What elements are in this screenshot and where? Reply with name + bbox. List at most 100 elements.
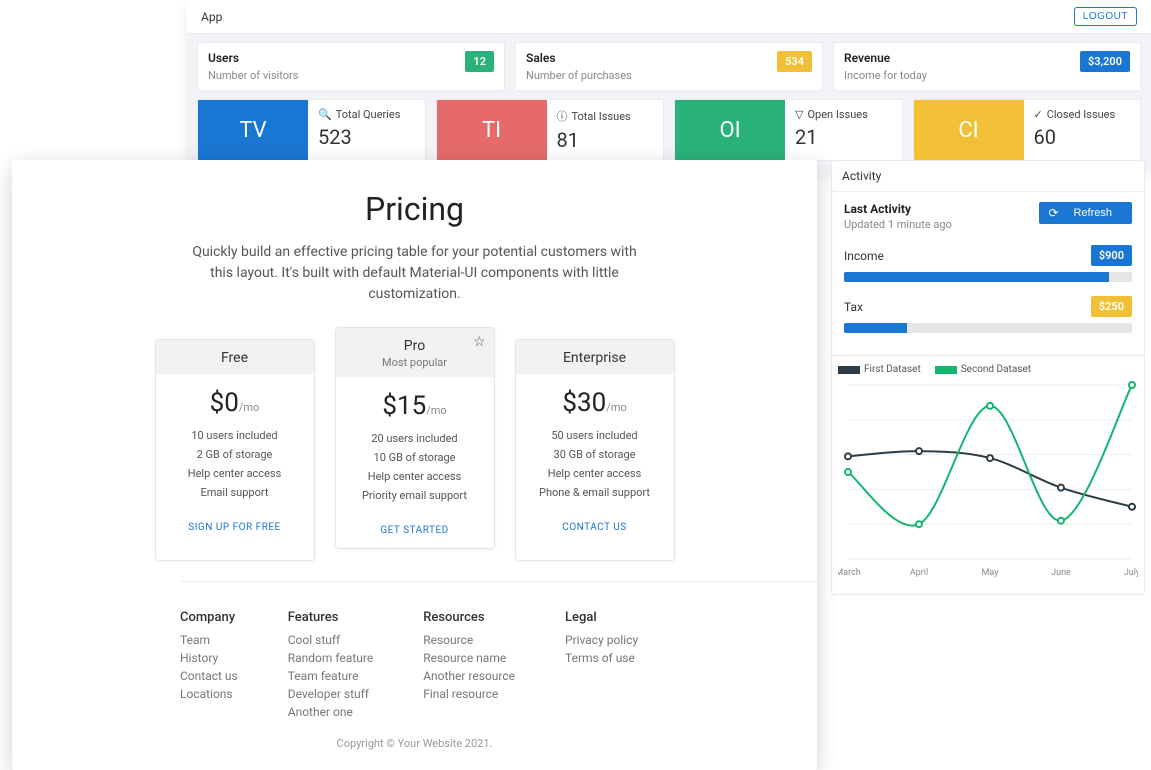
pricing-subtitle: Quickly build an effective pricing table… — [185, 242, 645, 305]
chart-panel: First Dataset Second Dataset MarchAprilM… — [831, 355, 1145, 595]
metric-users: Users Number of visitors 12 — [197, 42, 505, 91]
refresh-button[interactable]: ⟳ Refresh — [1039, 202, 1132, 224]
tier-price: $15/mo — [336, 377, 494, 429]
metric-badge: $3,200 — [1080, 51, 1130, 72]
footer-link[interactable]: Developer stuff — [288, 685, 373, 703]
tier-features: 20 users included10 GB of storageHelp ce… — [336, 429, 494, 515]
cat-tile: TV — [198, 100, 308, 160]
tier-feature: 50 users included — [522, 426, 668, 445]
check-icon: ✓ — [1034, 108, 1043, 121]
legend-swatch — [935, 366, 957, 374]
cat-open-issues: OI ▽Open Issues 21 — [674, 99, 903, 161]
progress-amount: $900 — [1091, 245, 1132, 266]
tier-name: Pro — [342, 338, 488, 354]
tier-feature: 20 users included — [342, 429, 488, 448]
pricing-title: Pricing — [95, 190, 735, 228]
legend-label: Second Dataset — [961, 364, 1031, 375]
footer-link[interactable]: Team feature — [288, 667, 373, 685]
tier-cta[interactable]: GET STARTED — [336, 515, 494, 548]
footer-link[interactable]: Contact us — [180, 667, 238, 685]
legend-label: First Dataset — [864, 364, 921, 375]
activity-tax: Tax $250 — [844, 296, 1132, 333]
metric-revenue: Revenue Income for today $3,200 — [833, 42, 1141, 91]
tier-feature: Help center access — [342, 467, 488, 486]
metric-title: Users — [208, 51, 298, 65]
tier-feature: Priority email support — [342, 486, 488, 505]
footer-link[interactable]: Team — [180, 631, 238, 649]
dashboard-panel: App LOGOUT Users Number of visitors 12 S… — [187, 0, 1151, 171]
line-chart: March April May June July — [838, 379, 1138, 583]
activity-panel: Activity Last Activity Updated 1 minute … — [831, 160, 1145, 358]
pricing-tier-free: Free $0/mo10 users included2 GB of storag… — [155, 339, 315, 561]
tier-feature: 30 GB of storage — [522, 445, 668, 464]
cat-closed-issues: CI ✓ Closed Issues 60 — [913, 99, 1142, 161]
footer-heading: Features — [288, 610, 373, 625]
pricing-tiers: Free $0/mo10 users included2 GB of storag… — [95, 339, 735, 561]
dashboard-header: App LOGOUT — [187, 0, 1151, 34]
footer-link[interactable]: Resource name — [423, 649, 515, 667]
footer-link[interactable]: Locations — [180, 685, 238, 703]
footer-link[interactable]: Random feature — [288, 649, 373, 667]
filter-icon: ▽ — [795, 108, 803, 121]
progress-amount: $250 — [1091, 296, 1132, 317]
metrics-row: Users Number of visitors 12 Sales Number… — [187, 34, 1151, 99]
footer-col-resources: ResourcesResourceResource nameAnother re… — [423, 610, 515, 721]
tier-header: Free — [156, 340, 314, 374]
svg-text:March: March — [838, 568, 861, 578]
metric-sub: Number of visitors — [208, 69, 298, 82]
logout-button[interactable]: LOGOUT — [1074, 7, 1137, 26]
pricing-tier-pro: ☆ProMost popular$15/mo20 users included1… — [335, 327, 495, 549]
pricing-panel: Pricing Quickly build an effective prici… — [12, 160, 817, 770]
info-icon: ⓘ — [557, 108, 568, 124]
tier-feature: Help center access — [162, 464, 308, 483]
refresh-icon: ⟳ — [1048, 206, 1058, 220]
footer-col-features: Features Cool stuffRandom featureTeam fea… — [288, 610, 373, 721]
footer-columns: CompanyTeamHistoryContact usLocationsFea… — [180, 581, 817, 729]
svg-text:June: June — [1051, 568, 1071, 578]
footer-link[interactable]: Privacy policy — [565, 631, 638, 649]
footer-link[interactable]: Another resource — [423, 667, 515, 685]
tier-cta[interactable]: CONTACT US — [516, 512, 674, 545]
cat-tile: CI — [914, 100, 1024, 160]
footer-link[interactable]: Final resource — [423, 685, 515, 703]
cat-label: Open Issues — [807, 108, 867, 121]
metric-title: Sales — [526, 51, 632, 65]
tier-name: Enterprise — [522, 350, 668, 366]
cat-value: 81 — [557, 128, 654, 152]
metric-title: Revenue — [844, 51, 927, 65]
refresh-label: Refresh — [1073, 207, 1112, 219]
cat-value: 60 — [1034, 125, 1131, 149]
tier-feature: Help center access — [522, 464, 668, 483]
tier-price: $0/mo — [156, 374, 314, 426]
footer-link[interactable]: History — [180, 649, 238, 667]
footer-link[interactable]: Another one — [288, 703, 373, 721]
tier-header: Enterprise — [516, 340, 674, 374]
cat-label: Total Queries — [336, 108, 401, 121]
footer-link[interactable]: Terms of use — [565, 649, 638, 667]
activity-updated: Updated 1 minute ago — [844, 218, 952, 231]
star-icon: ☆ — [473, 334, 486, 350]
metric-badge: 12 — [465, 51, 494, 72]
tier-feature: 10 GB of storage — [342, 448, 488, 467]
activity-last-label: Last Activity — [844, 202, 952, 216]
tier-feature: Email support — [162, 483, 308, 502]
metric-sub: Number of purchases — [526, 69, 632, 82]
cat-label: Closed Issues — [1047, 108, 1115, 121]
footer-link[interactable]: Resource — [423, 631, 515, 649]
tier-cta[interactable]: SIGN UP FOR FREE — [156, 512, 314, 545]
progress-label: Income — [844, 249, 884, 263]
cat-label: Total Issues — [572, 110, 631, 123]
legend-swatch — [838, 366, 860, 374]
search-icon: 🔍 — [318, 108, 332, 121]
tier-name: Free — [162, 350, 308, 366]
activity-heading: Activity — [832, 161, 1144, 192]
app-title: App — [201, 10, 222, 24]
cat-value: 21 — [795, 125, 892, 149]
svg-text:April: April — [910, 568, 928, 578]
svg-text:May: May — [982, 568, 1000, 578]
tier-features: 10 users included2 GB of storageHelp cen… — [156, 426, 314, 512]
tier-header: ☆ProMost popular — [336, 328, 494, 377]
metric-sub: Income for today — [844, 69, 927, 82]
svg-text:July: July — [1124, 568, 1138, 578]
footer-link[interactable]: Cool stuff — [288, 631, 373, 649]
